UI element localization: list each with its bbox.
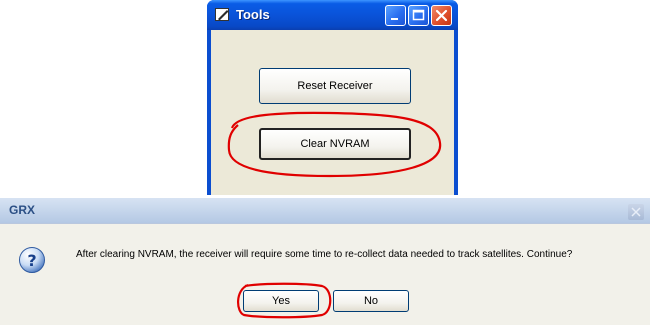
pencil-window-icon [215,8,229,21]
tools-titlebar[interactable]: Tools [207,0,458,30]
dialog-message: After clearing NVRAM, the receiver will … [76,249,573,260]
clear-nvram-button[interactable]: Clear NVRAM [259,128,411,160]
maximize-button[interactable] [408,5,429,26]
grx-dialog: GRX ? [0,198,650,325]
clear-nvram-label: Clear NVRAM [300,138,370,150]
question-icon: ? [19,247,45,273]
yes-label: Yes [272,295,290,307]
minimize-button[interactable] [385,5,406,26]
grx-dialog-title: GRX [9,203,36,217]
no-button[interactable]: No [333,290,409,312]
minimize-icon [391,18,398,20]
grx-close-button[interactable] [628,204,644,220]
close-icon [631,207,641,217]
close-icon [435,9,448,22]
no-label: No [363,295,379,307]
tools-window-title: Tools [236,7,270,22]
grx-titlebar[interactable]: GRX [0,198,650,223]
close-button[interactable] [431,5,452,26]
tools-window: Tools Reset Receiver Clear NVRAM [207,0,458,195]
tools-client-area: Reset Receiver Clear NVRAM [211,30,454,195]
svg-text:?: ? [27,251,36,270]
reset-receiver-button[interactable]: Reset Receiver [259,68,411,104]
reset-receiver-label: Reset Receiver [297,80,373,92]
maximize-icon [412,9,425,21]
yes-button[interactable]: Yes [243,290,319,312]
grx-dialog-body: ? [0,223,650,325]
